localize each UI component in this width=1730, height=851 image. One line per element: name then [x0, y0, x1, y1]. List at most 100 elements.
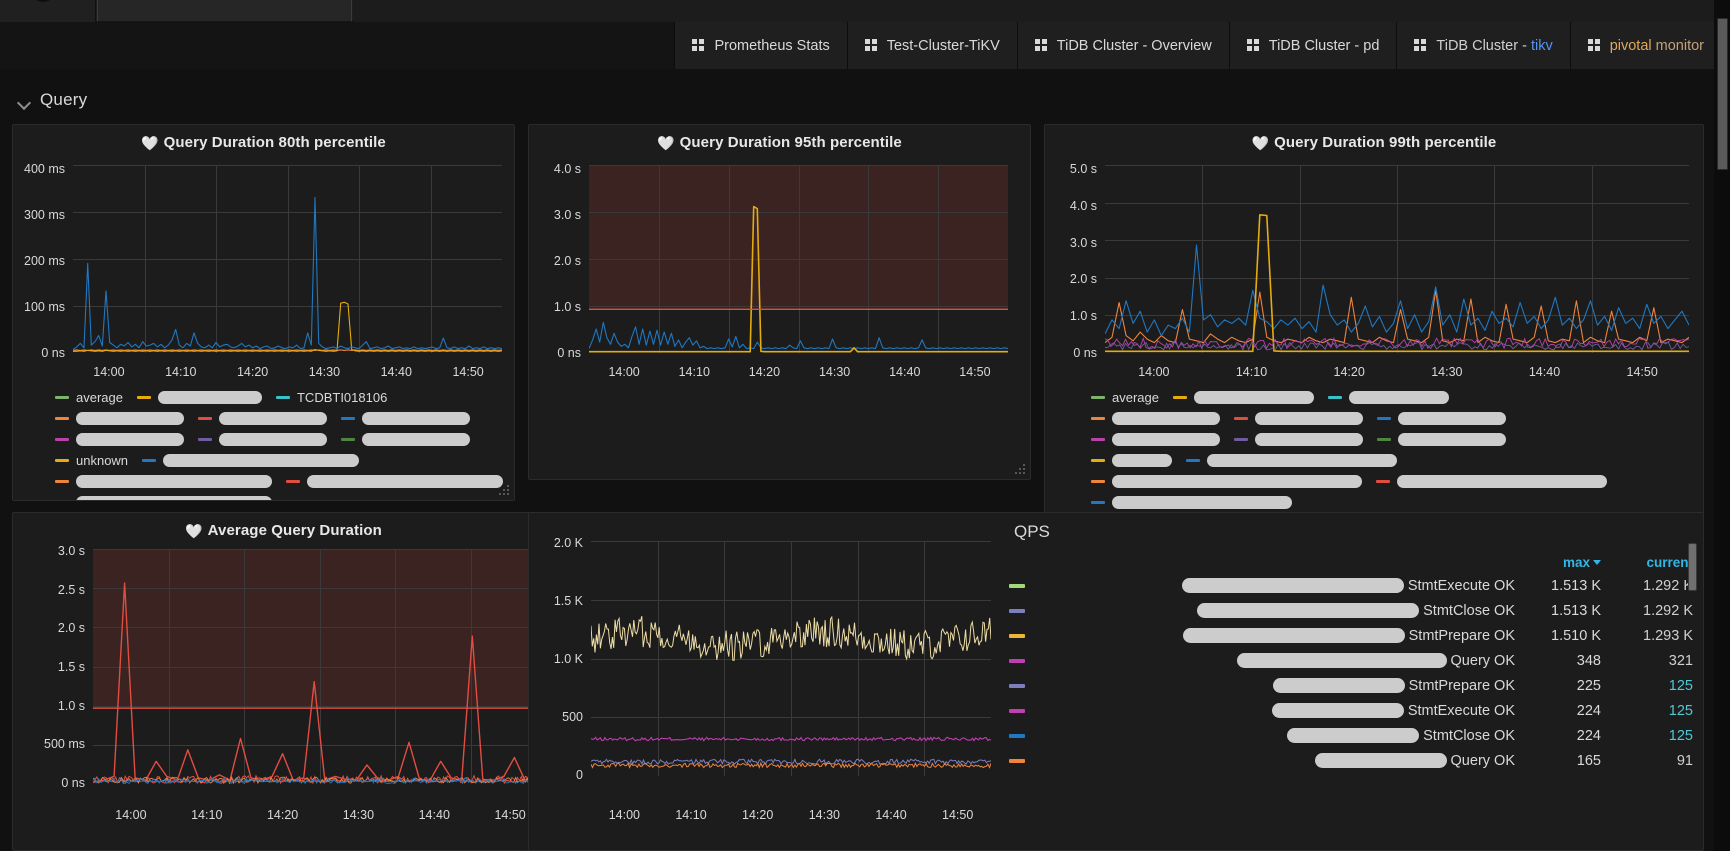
tab-label: TiDB Cluster - tikv: [1436, 38, 1552, 54]
page-scrollbar-track[interactable]: [1714, 0, 1730, 851]
legend-color-swatch: [286, 480, 300, 483]
x-tick-label: 14:10: [191, 808, 222, 822]
legend-label: [1398, 433, 1506, 446]
y-tick-label: 1.0 s: [1070, 309, 1097, 323]
legend-color-swatch: [1091, 480, 1105, 483]
tab-tidb-cluster-pd[interactable]: TiDB Cluster - pd: [1230, 22, 1398, 69]
y-tick-label: 1.5 s: [58, 660, 85, 674]
legend-item[interactable]: [286, 475, 503, 488]
qps-table-row[interactable]: StmtExecute OK224125: [1009, 698, 1699, 723]
legend-item[interactable]: average: [55, 390, 123, 405]
chevron-down-icon[interactable]: [18, 96, 32, 110]
panel-title: 🤍Query Duration 80th percentile: [13, 125, 514, 152]
qps-table-row[interactable]: StmtClose OK1.513 K1.292 K: [1009, 598, 1699, 623]
legend-color-swatch-cell: [1009, 734, 1045, 738]
legend-item[interactable]: [1091, 433, 1220, 446]
qps-table-row[interactable]: StmtPrepare OK225125: [1009, 673, 1699, 698]
grid-icon: [1035, 39, 1048, 52]
legend-item[interactable]: [1091, 496, 1292, 509]
legend-item[interactable]: [198, 412, 327, 425]
legend-row: [1091, 429, 1695, 450]
legend-item[interactable]: [55, 475, 272, 488]
heart-icon: 🤍: [141, 135, 159, 152]
legend-item[interactable]: [341, 433, 470, 446]
legend-item[interactable]: [341, 412, 470, 425]
tab-pivotal-monitor[interactable]: pivotal monitor: [1571, 22, 1722, 69]
grid-icon: [692, 39, 705, 52]
tab-tidb-cluster-overview[interactable]: TiDB Cluster - Overview: [1018, 22, 1230, 69]
legend-item[interactable]: [1186, 454, 1397, 467]
legend-label: [1398, 412, 1506, 425]
qps-table-row[interactable]: StmtPrepare OK1.510 K1.293 K: [1009, 623, 1699, 648]
legend-color-swatch: [55, 396, 69, 399]
section-header-query[interactable]: Query: [0, 84, 1730, 122]
qps-table-row[interactable]: StmtClose OK224125: [1009, 723, 1699, 748]
toolbar-search-cell[interactable]: [97, 0, 352, 22]
plot-area[interactable]: [589, 165, 1008, 353]
tab-prometheus-stats[interactable]: Prometheus Stats: [674, 22, 847, 69]
qps-table-scrollbar[interactable]: [1688, 543, 1697, 591]
legend-item[interactable]: unknown: [55, 453, 128, 468]
legend-color-swatch: [341, 417, 355, 420]
panel-resize-grip[interactable]: [499, 485, 511, 497]
y-tick-label: 2.0 s: [58, 621, 85, 635]
legend-item[interactable]: [1091, 454, 1172, 467]
legend-color-swatch: [1091, 501, 1105, 504]
x-tick-label: 14:20: [742, 808, 773, 822]
qps-table-row[interactable]: StmtExecute OK1.513 K1.292 K: [1009, 573, 1699, 598]
tab-test-cluster-tikv[interactable]: Test-Cluster-TiKV: [848, 22, 1018, 69]
plot-area[interactable]: [1105, 165, 1689, 353]
panel-average-query-duration: 🤍Average Query Duration 3.0 s2.5 s2.0 s1…: [12, 512, 555, 851]
column-header-current[interactable]: current: [1607, 555, 1699, 570]
panel-resize-grip[interactable]: [1015, 464, 1027, 476]
tab-tidb-cluster-tikv[interactable]: TiDB Cluster - tikv: [1397, 22, 1570, 69]
legend-item[interactable]: [55, 433, 184, 446]
legend-label: [76, 433, 184, 446]
page-scrollbar-thumb[interactable]: [1717, 18, 1728, 170]
legend-item[interactable]: [1376, 475, 1607, 488]
plot-area[interactable]: [73, 165, 502, 353]
legend-item[interactable]: [55, 496, 272, 501]
legend-row: [55, 471, 504, 492]
qps-table-row[interactable]: Query OK348321: [1009, 648, 1699, 673]
x-tick-label: 14:20: [1334, 365, 1365, 379]
legend-item[interactable]: [1091, 412, 1220, 425]
legend-item[interactable]: [1328, 391, 1449, 404]
x-tick-label: 14:30: [819, 365, 850, 379]
legend-color-swatch: [1009, 634, 1025, 638]
legend-item[interactable]: [1377, 412, 1506, 425]
panel-query-duration-95: 🤍Query Duration 95th percentile 4.0 s3.0…: [528, 124, 1031, 480]
legend-item[interactable]: TCDBTI018106: [276, 390, 387, 405]
y-tick-label: 3.0 s: [1070, 236, 1097, 250]
cell-max: 224: [1515, 703, 1607, 719]
legend-item[interactable]: [1234, 433, 1363, 446]
legend-item[interactable]: [142, 454, 359, 467]
grid-icon: [1588, 39, 1601, 52]
plot-area[interactable]: [93, 549, 546, 784]
chart-svg: [589, 165, 1008, 353]
legend-row: average: [1091, 387, 1695, 408]
legend-item[interactable]: [1091, 475, 1362, 488]
column-header-max[interactable]: max: [1515, 555, 1607, 570]
legend-color-swatch-cell: [1009, 659, 1045, 663]
legend-item[interactable]: average: [1091, 390, 1159, 405]
legend-item[interactable]: [1377, 433, 1506, 446]
legend-item[interactable]: [198, 433, 327, 446]
x-tick-label: 14:00: [1138, 365, 1169, 379]
toolbar-left-cell[interactable]: [0, 0, 96, 22]
redacted-series-prefix: [1183, 628, 1405, 643]
chart-svg: [93, 549, 546, 784]
y-tick-label: 500 ms: [44, 737, 85, 751]
legend-label: TCDBTI018106: [297, 390, 387, 405]
y-tick-label: 4.0 s: [1070, 199, 1097, 213]
legend-item[interactable]: [1234, 412, 1363, 425]
panel-legend: average TCDBTI018106 unknown: [55, 387, 504, 501]
legend-item[interactable]: [137, 391, 262, 404]
plot-area[interactable]: [591, 541, 991, 776]
qps-table-row[interactable]: Query OK16591: [1009, 748, 1699, 773]
legend-item[interactable]: [1173, 391, 1314, 404]
y-tick-label: 5.0 s: [1070, 162, 1097, 176]
x-tick-label: 14:00: [115, 808, 146, 822]
legend-item[interactable]: [55, 412, 184, 425]
x-tick-label: 14:40: [381, 365, 412, 379]
